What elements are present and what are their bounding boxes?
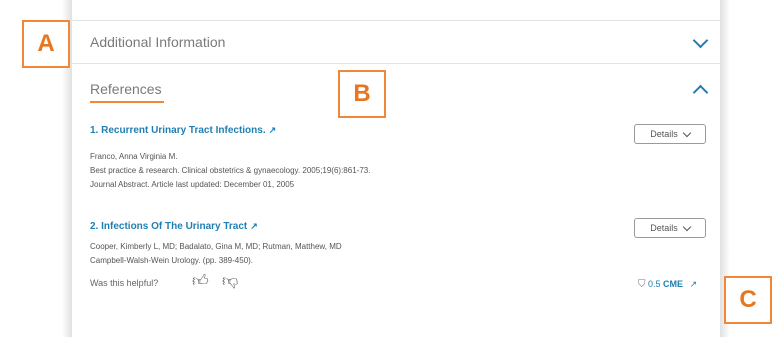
external-link-icon: ↗ [250, 221, 258, 231]
reference-1-source: Best practice & research. Clinical obste… [90, 166, 371, 175]
external-link-icon: ↗ [268, 125, 277, 135]
shield-icon: ⛉ [638, 279, 646, 290]
reference-1-details-button[interactable]: Details [634, 124, 706, 144]
divider [72, 63, 720, 64]
chevron-down-icon [682, 128, 691, 137]
details-label: Details [650, 223, 678, 233]
helpful-question: Was this helpful? [90, 278, 159, 288]
callout-label-a: A [22, 20, 70, 68]
cme-amount: 0.5 [648, 279, 661, 289]
reference-1-link[interactable]: 1. Recurrent Urinary Tract Infections. ↗ [90, 125, 276, 136]
divider [72, 20, 720, 21]
references-underline [90, 101, 164, 103]
references-header[interactable]: References [90, 81, 162, 97]
thumbs-up-icon[interactable]: 👍︎ [192, 272, 209, 291]
additional-information-header[interactable]: Additional Information [90, 34, 225, 50]
chevron-down-icon [682, 222, 691, 231]
chevron-up-icon[interactable] [692, 84, 709, 101]
reference-1-authors: Franco, Anna Virginia M. [90, 152, 178, 161]
reference-2-title[interactable]: 2. Infections Of The Urinary Tract [90, 221, 247, 232]
reference-1-meta: Journal Abstract. Article last updated: … [90, 180, 295, 189]
details-label: Details [650, 129, 678, 139]
cme-credit-link[interactable]: ⛉ 0.5 CME ↗ [638, 279, 697, 290]
external-link-icon: ↗ [689, 279, 698, 289]
callout-label-c: C [724, 276, 772, 324]
reference-2-details-button[interactable]: Details [634, 218, 706, 238]
reference-2-link[interactable]: 2. Infections Of The Urinary Tract ↗ [90, 221, 258, 232]
callout-label-b: B [338, 70, 386, 118]
content-panel: Additional Information References 1. Rec… [72, 0, 720, 337]
reference-2-source: Campbell-Walsh-Wein Urology. (pp. 389-45… [90, 256, 254, 265]
thumbs-down-icon[interactable]: 👎︎ [222, 272, 238, 291]
cme-label: CME [663, 279, 684, 289]
reference-1-title[interactable]: 1. Recurrent Urinary Tract Infections. [90, 125, 266, 136]
reference-2-authors: Cooper, Kimberly L, MD; Badalato, Gina M… [90, 242, 342, 251]
chevron-down-icon[interactable] [692, 32, 709, 49]
